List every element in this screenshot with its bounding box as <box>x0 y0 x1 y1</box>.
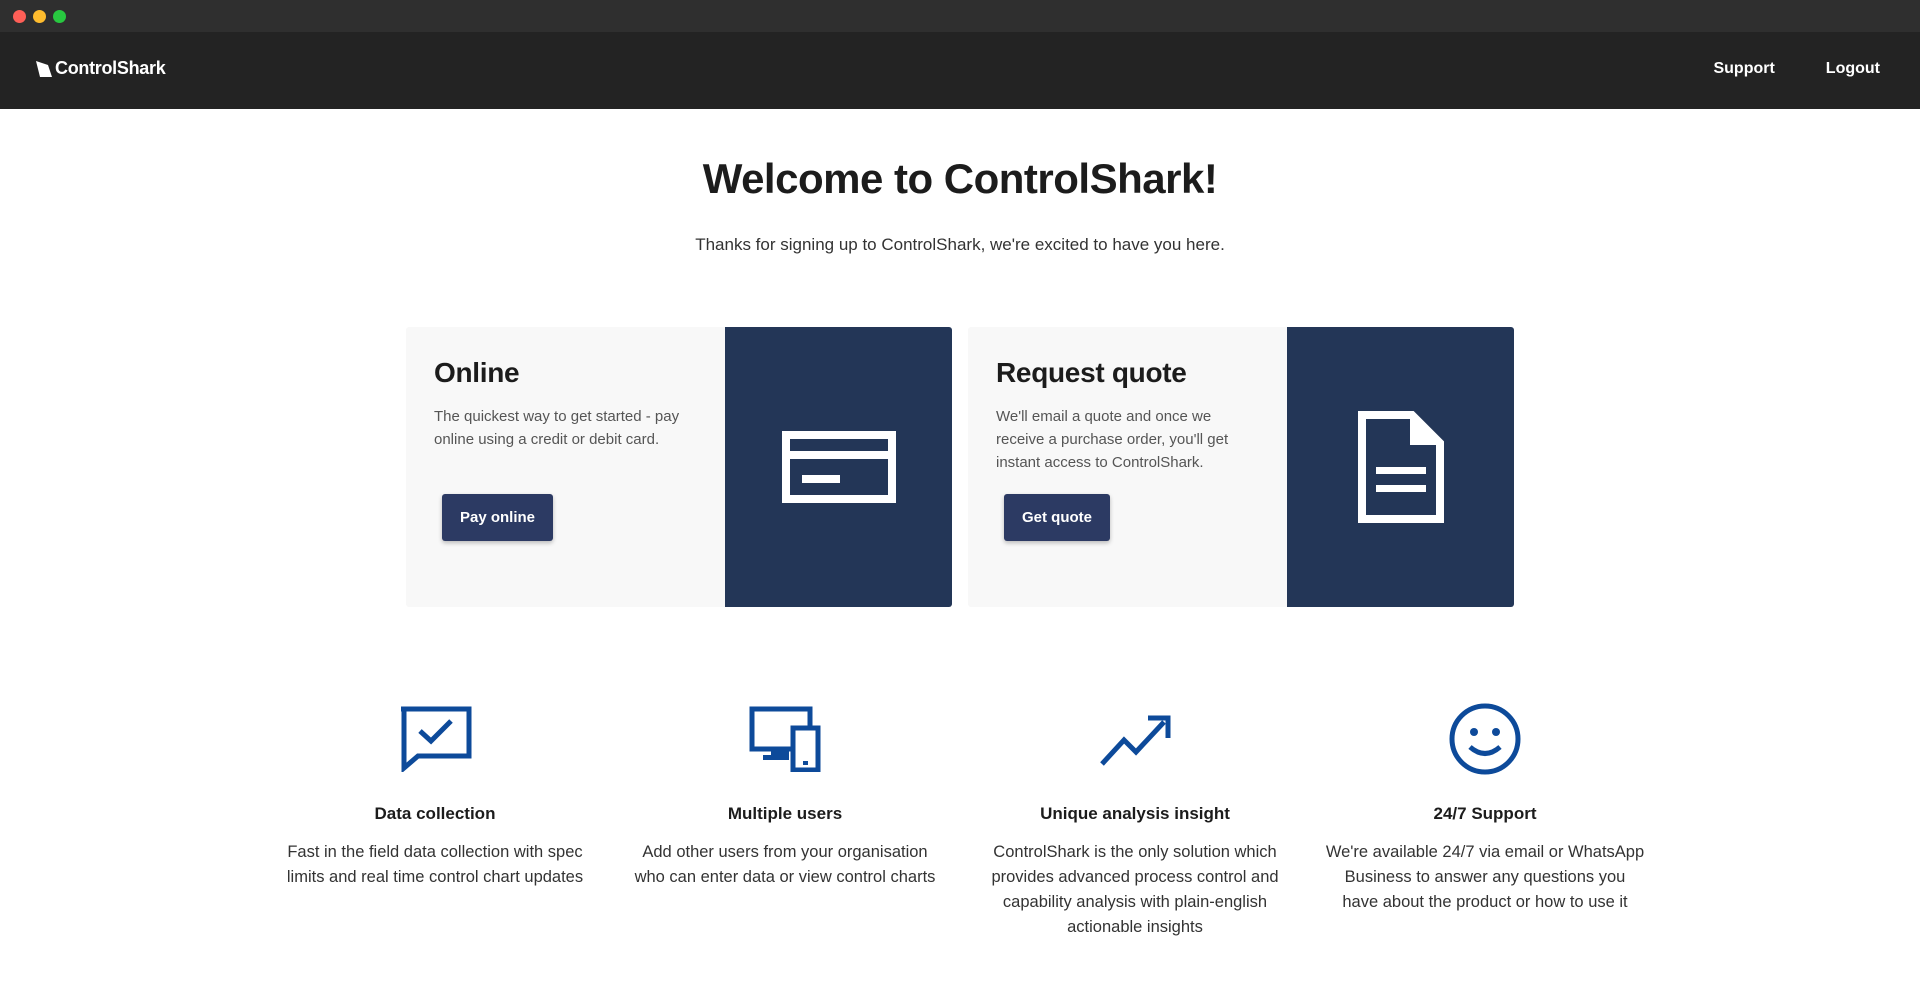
quote-card-title: Request quote <box>996 357 1187 388</box>
online-card-panel <box>725 327 952 607</box>
feature-data-collection: Data collection Fast in the field data c… <box>275 700 595 890</box>
feature-analysis-insight: Unique analysis insight ControlShark is … <box>975 700 1295 940</box>
devices-icon <box>749 706 821 772</box>
feature-description: We're available 24/7 via email or WhatsA… <box>1325 843 1645 911</box>
quote-card-description: We'll email a quote and once we receive … <box>996 408 1229 471</box>
close-window-button[interactable] <box>13 10 26 23</box>
quote-card-text: Request quote We'll email a quote and on… <box>996 357 1256 474</box>
page-title: Welcome to ControlShark! <box>702 155 1218 202</box>
nav-links: Support Logout <box>1713 60 1880 78</box>
minimize-window-button[interactable] <box>33 10 46 23</box>
credit-card-icon <box>781 431 896 503</box>
online-card-text: Online The quickest way to get started -… <box>434 357 694 451</box>
smiley-icon <box>1449 703 1521 775</box>
online-card-title: Online <box>434 357 520 388</box>
document-icon <box>1357 411 1444 523</box>
feature-title: Multiple users <box>727 804 843 823</box>
brand-name: ControlShark <box>55 58 166 78</box>
feature-support: 24/7 Support We're available 24/7 via em… <box>1325 700 1645 915</box>
support-link[interactable]: Support <box>1713 60 1774 78</box>
logout-link[interactable]: Logout <box>1826 60 1880 78</box>
main-content: Welcome to ControlShark! Thanks for sign… <box>0 155 1920 255</box>
chat-check-icon <box>401 706 472 772</box>
pay-online-button[interactable]: Pay online <box>442 494 554 541</box>
top-navbar: ControlShark Support Logout <box>0 32 1920 109</box>
feature-description: ControlShark is the only solution which … <box>991 843 1279 936</box>
feature-description: Fast in the field data collection with s… <box>286 843 584 886</box>
page-subtitle: Thanks for signing up to ControlShark, w… <box>695 235 1225 255</box>
feature-title: Data collection <box>374 804 496 823</box>
feature-title: Unique analysis insight <box>1040 804 1230 823</box>
quote-card: Request quote We'll email a quote and on… <box>968 327 1514 607</box>
maximize-window-button[interactable] <box>53 10 66 23</box>
feature-description: Add other users from your organisation w… <box>634 843 936 886</box>
feature-title: 24/7 Support <box>1433 804 1537 823</box>
online-card: Online The quickest way to get started -… <box>406 327 952 607</box>
feature-multiple-users: Multiple users Add other users from your… <box>625 700 945 890</box>
trend-up-icon <box>1100 715 1171 766</box>
window-chrome <box>0 0 1920 32</box>
brand-logo[interactable]: ControlShark <box>34 58 166 79</box>
get-quote-button[interactable]: Get quote <box>1004 494 1110 541</box>
online-card-description: The quickest way to get started - pay on… <box>434 408 680 448</box>
shark-fin-icon <box>36 60 52 77</box>
quote-card-panel <box>1287 327 1514 607</box>
